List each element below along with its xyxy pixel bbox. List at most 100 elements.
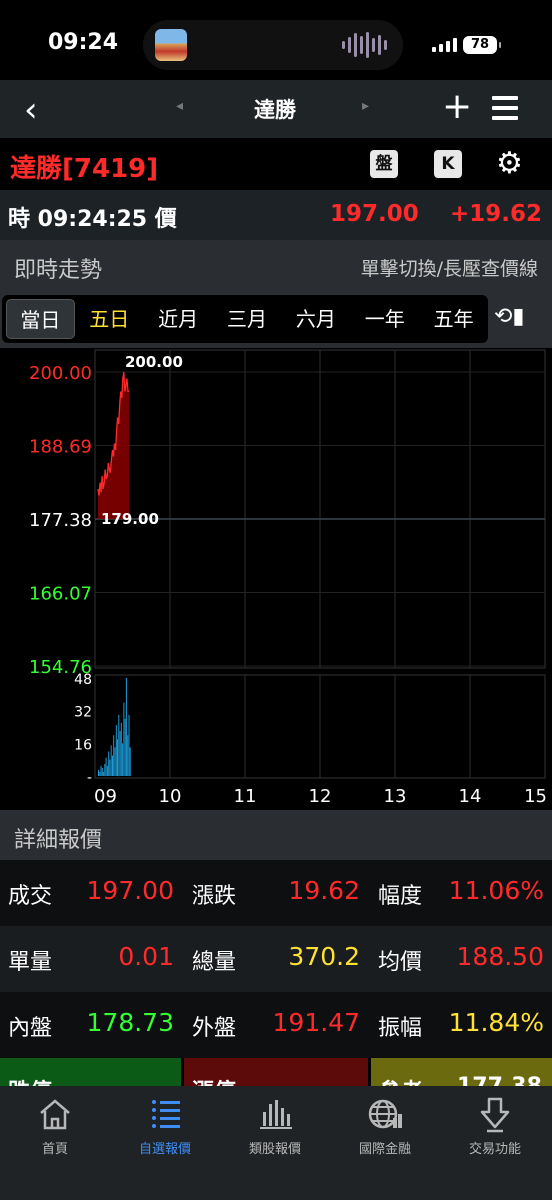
realtime-hint: 單擊切換/長壓查價線: [360, 258, 538, 280]
volume-bar: [123, 702, 125, 776]
volume-tick-label: 48: [74, 672, 92, 688]
volume-bar: [104, 763, 106, 777]
limit-down-label: 跌停: [8, 1074, 52, 1086]
volume-bar: [128, 714, 130, 777]
tab-watchlist-label: 自選報價: [138, 1142, 191, 1157]
volume-bar: [129, 747, 131, 776]
value-total-vol: 370.2: [288, 942, 360, 971]
tab-global[interactable]: 國際金融: [330, 1094, 440, 1157]
quote-change: +19.62: [450, 201, 543, 227]
x-tick-label: 14: [459, 786, 482, 807]
high-annotation: 200.00: [125, 353, 183, 371]
volume-bar: [117, 739, 118, 777]
label-total-vol: 總量: [192, 950, 237, 975]
kline-icon[interactable]: K: [434, 150, 462, 178]
tab-global-label: 國際金融: [358, 1142, 411, 1157]
detail-row-2: 單量 0.01 總量 370.2 均價 188.50: [0, 926, 552, 992]
reference-cell: 參考 177.38: [371, 1058, 552, 1086]
volume-bar: [119, 731, 121, 776]
value-unit-vol: 0.01: [118, 942, 174, 971]
tab-sector[interactable]: 類股報價: [220, 1094, 330, 1157]
tab-3month[interactable]: 三月: [213, 299, 282, 339]
value-outer: 191.47: [272, 1008, 360, 1037]
volume-bar: [113, 735, 115, 776]
quote-time: 時 09:24:25 價: [8, 207, 177, 232]
x-tick-label: 15: [524, 786, 547, 807]
tab-home[interactable]: 首頁: [0, 1094, 110, 1157]
tab-5year[interactable]: 五年: [419, 299, 488, 339]
volume-bar: [103, 771, 105, 776]
dynamic-island[interactable]: [143, 20, 403, 70]
reference-value: 177.38: [457, 1074, 542, 1086]
volume-tick-label: 16: [74, 737, 92, 753]
battery-icon: 78: [463, 36, 501, 54]
tab-1month[interactable]: 近月: [144, 299, 213, 339]
now-playing-thumbnail: [155, 29, 187, 61]
globe-icon: [368, 1099, 402, 1129]
menu-icon[interactable]: [492, 96, 518, 126]
tab-5day[interactable]: 五日: [75, 299, 144, 339]
label-trade: 成交: [8, 884, 53, 909]
stock-name: 達勝[7419]: [10, 154, 159, 184]
chart-svg: 200.00188.69177.38166.07154.76200.00179.…: [29, 349, 547, 807]
nav-bar: ‹ ◂ 達勝 ▸ +: [0, 80, 552, 138]
order-book-icon[interactable]: 盤: [370, 150, 398, 178]
x-tick-label: 11: [234, 786, 257, 807]
label-unit-vol: 單量: [8, 950, 53, 975]
value-amplitude: 11.84%: [448, 1008, 544, 1037]
detail-row-3: 內盤 178.73 外盤 191.47 振幅 11.84%: [0, 992, 552, 1058]
price-tick-label: 177.38: [29, 510, 92, 531]
volume-tick-label: 32: [74, 705, 92, 721]
tab-watchlist[interactable]: 自選報價: [110, 1094, 220, 1157]
volume-bar: [115, 725, 117, 776]
home-icon: [40, 1099, 70, 1130]
back-button[interactable]: ‹: [24, 90, 38, 130]
nav-title: 達勝: [254, 98, 296, 122]
list-icon: [152, 1100, 180, 1128]
x-tick-label: 09: [94, 786, 117, 807]
label-pct: 幅度: [378, 884, 423, 909]
limit-up-cell: 漲停: [184, 1058, 368, 1086]
gear-icon[interactable]: ⚙: [496, 146, 523, 181]
price-tick-label: 200.00: [29, 363, 92, 384]
stock-header: 達勝[7419] 盤 K ⚙: [0, 138, 552, 190]
signal-icon: [432, 38, 457, 52]
tab-sector-label: 類股報價: [248, 1142, 301, 1157]
download-icon: [480, 1097, 510, 1133]
tab-6month[interactable]: 六月: [281, 299, 350, 339]
limit-down-cell: 跌停: [0, 1058, 181, 1086]
volume-bar: [110, 745, 112, 776]
value-inner: 178.73: [86, 1008, 174, 1037]
volume-bar: [118, 714, 120, 777]
volume-bar: [122, 743, 124, 776]
volume-bar: [109, 759, 111, 776]
realtime-title: 即時走勢: [14, 258, 103, 283]
tab-trade[interactable]: 交易功能: [440, 1094, 550, 1157]
low-annotation: 179.00: [101, 510, 159, 528]
volume-bar: [127, 735, 129, 776]
volume-bar: [114, 747, 116, 776]
value-trade: 197.00: [86, 876, 174, 905]
details-title: 詳細報價: [14, 828, 103, 853]
volume-tick-label: -: [87, 770, 92, 786]
x-tick-label: 13: [384, 786, 407, 807]
quote-price: 197.00: [330, 201, 419, 227]
add-button[interactable]: +: [442, 86, 472, 127]
volume-bar: [98, 769, 99, 776]
volume-bar: [101, 767, 103, 776]
price-tick-label: 188.69: [29, 437, 92, 458]
volume-bar: [106, 765, 108, 776]
label-outer: 外盤: [192, 1016, 237, 1041]
label-amplitude: 振幅: [378, 1016, 423, 1041]
limit-strip: 跌停 漲停 參考 177.38: [0, 1058, 552, 1086]
realtime-header: 即時走勢 單擊切換/長壓查價線: [0, 240, 552, 292]
limit-up-label: 漲停: [192, 1074, 236, 1086]
tab-1year[interactable]: 一年: [350, 299, 419, 339]
next-stock-icon[interactable]: ▸: [362, 98, 369, 114]
rotate-icon[interactable]: ⟲▮: [494, 304, 525, 329]
details-header: 詳細報價: [0, 810, 552, 860]
intraday-chart[interactable]: 200.00 188.69 177.38 166.07 154.76 200.00 179.…: [0, 348, 552, 810]
tab-today[interactable]: 當日: [6, 299, 75, 339]
period-bar: 當日 五日 近月 三月 六月 一年 五年 ⟲▮: [0, 292, 552, 348]
prev-stock-icon[interactable]: ◂: [176, 98, 183, 114]
